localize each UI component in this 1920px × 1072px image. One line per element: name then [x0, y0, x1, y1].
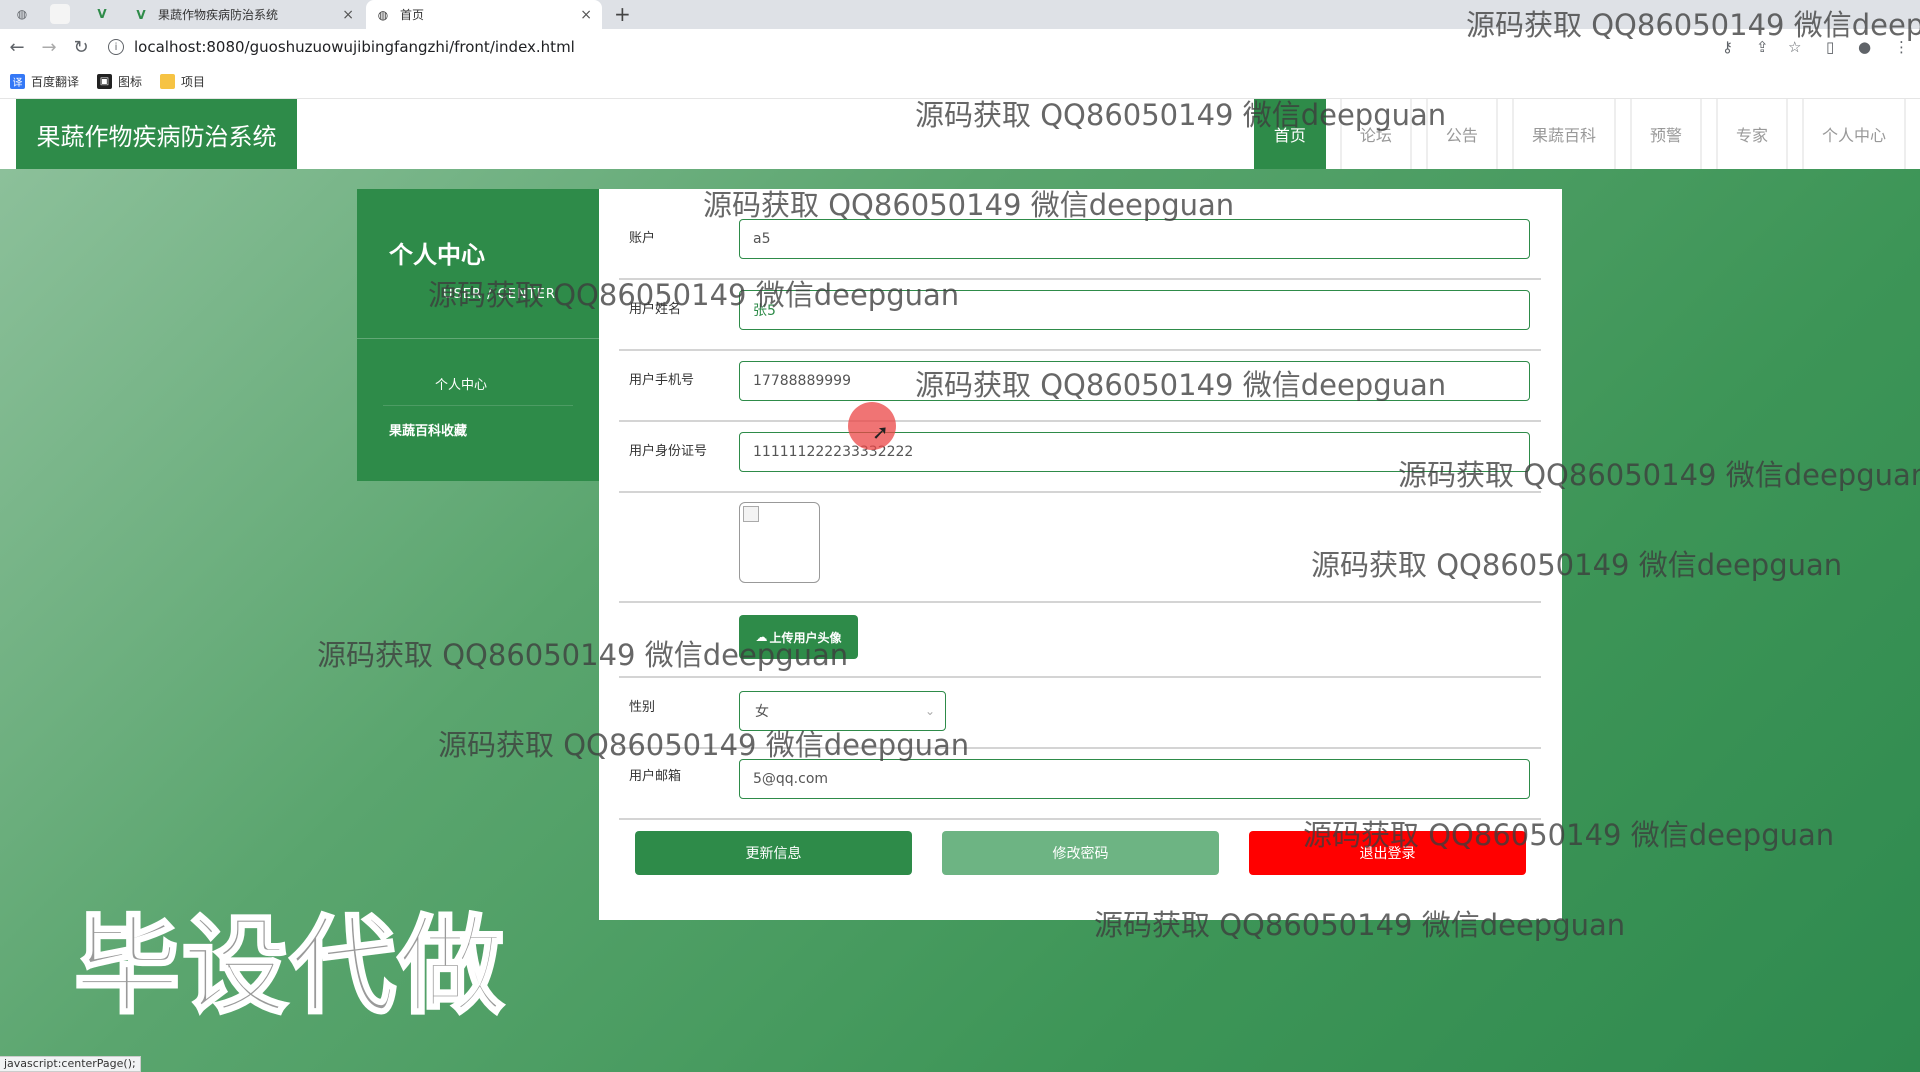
- nav-warning[interactable]: 预警: [1629, 99, 1702, 169]
- folder-icon: [160, 74, 176, 89]
- new-tab-button[interactable]: +: [614, 2, 631, 26]
- reload-icon[interactable]: ↻: [70, 37, 92, 58]
- translate-icon: 译: [10, 74, 25, 89]
- field-label: 用户手机号: [629, 373, 695, 388]
- status-bar: javascript:centerPage();: [0, 1056, 141, 1072]
- globe-icon: ◍: [377, 7, 389, 22]
- close-icon[interactable]: ×: [342, 7, 354, 23]
- tab-home[interactable]: ◍ 首页 ×: [366, 0, 602, 29]
- watermark: 源码获取 QQ86050149 微信deepguan: [1311, 548, 1843, 582]
- sidebar-item-user-center[interactable]: 个人中心: [435, 374, 487, 393]
- watermark: 源码获取 QQ86050149 微信deepguan: [703, 188, 1235, 222]
- update-info-button[interactable]: 更新信息: [635, 831, 912, 875]
- bookmark-item[interactable]: 译 百度翻译: [10, 73, 79, 90]
- change-password-button[interactable]: 修改密码: [942, 831, 1219, 875]
- divider: [383, 405, 573, 406]
- email-input[interactable]: 5@qq.com: [739, 759, 1530, 799]
- field-label: 用户身份证号: [629, 444, 708, 459]
- site-logo[interactable]: 果蔬作物疾病防治系统: [16, 99, 297, 169]
- tab-label: 果蔬作物疾病防治系统: [158, 8, 279, 22]
- vue-icon: V: [136, 7, 146, 22]
- watermark: 源码获取 QQ86050149 微信deepguan: [1303, 818, 1835, 852]
- watermark: 源码获取 QQ86050149 微信deepguan: [1466, 8, 1920, 42]
- watermark: 源码获取 QQ86050149 微信deepguan: [438, 728, 970, 762]
- watermark: 源码获取 QQ86050149 微信deepguan: [1094, 908, 1626, 942]
- watermark: 源码获取 QQ86050149 微信deepguan: [915, 368, 1447, 402]
- field-label: 账户: [629, 231, 656, 246]
- bookmark-label: 图标: [118, 75, 143, 89]
- bookmark-label: 百度翻译: [31, 75, 80, 89]
- avatar-image: [739, 502, 820, 583]
- watermark: 源码获取 QQ86050149 微信deepguan: [1398, 458, 1920, 492]
- blank-tab-icon[interactable]: [50, 4, 70, 24]
- url-text: localhost:8080/guoshuzuowujibingfangzhi/…: [134, 38, 575, 56]
- nav-encyclopedia[interactable]: 果蔬百科: [1511, 99, 1616, 169]
- divider: [357, 338, 599, 339]
- watermark-large: 毕设代做: [73, 904, 506, 1030]
- watermark: 源码获取 QQ86050149 微信deepguan: [317, 638, 849, 672]
- sidebar-title: 个人中心: [389, 241, 485, 269]
- field-label: 用户邮箱: [629, 769, 682, 784]
- watermark: 源码获取 QQ86050149 微信deepguan: [915, 98, 1447, 132]
- sidebar-item-favorites[interactable]: 果蔬百科收藏: [389, 420, 467, 439]
- field-label: 性别: [629, 700, 656, 715]
- watermark: 源码获取 QQ86050149 微信deepguan: [428, 278, 960, 312]
- bookmark-label: 项目: [181, 75, 206, 89]
- vue-icon[interactable]: V: [92, 4, 112, 24]
- tab-system[interactable]: V 果蔬作物疾病防治系统 ×: [124, 0, 364, 29]
- nav-expert[interactable]: 专家: [1715, 99, 1788, 169]
- image-icon: ▣: [97, 74, 113, 89]
- mouse-cursor-icon: ➚: [872, 420, 889, 444]
- back-arrow-icon[interactable]: ←: [6, 37, 28, 58]
- bookmark-item[interactable]: ▣ 图标: [97, 73, 142, 90]
- forward-arrow-icon[interactable]: →: [38, 37, 60, 58]
- user-center-sidebar: 个人中心 USER / CENTER 个人中心 果蔬百科收藏: [357, 189, 599, 481]
- bookmark-item[interactable]: 项目: [160, 73, 205, 90]
- close-icon[interactable]: ×: [580, 7, 592, 23]
- chevron-down-icon: ⌄: [924, 704, 935, 718]
- nav-user-center[interactable]: 个人中心: [1801, 99, 1906, 169]
- broken-image-icon: [743, 506, 759, 522]
- tab-label: 首页: [400, 8, 425, 22]
- account-input[interactable]: a5: [739, 219, 1530, 259]
- globe-icon[interactable]: ◍: [12, 4, 32, 24]
- info-icon[interactable]: i: [108, 39, 124, 55]
- gender-value: 女: [755, 704, 769, 720]
